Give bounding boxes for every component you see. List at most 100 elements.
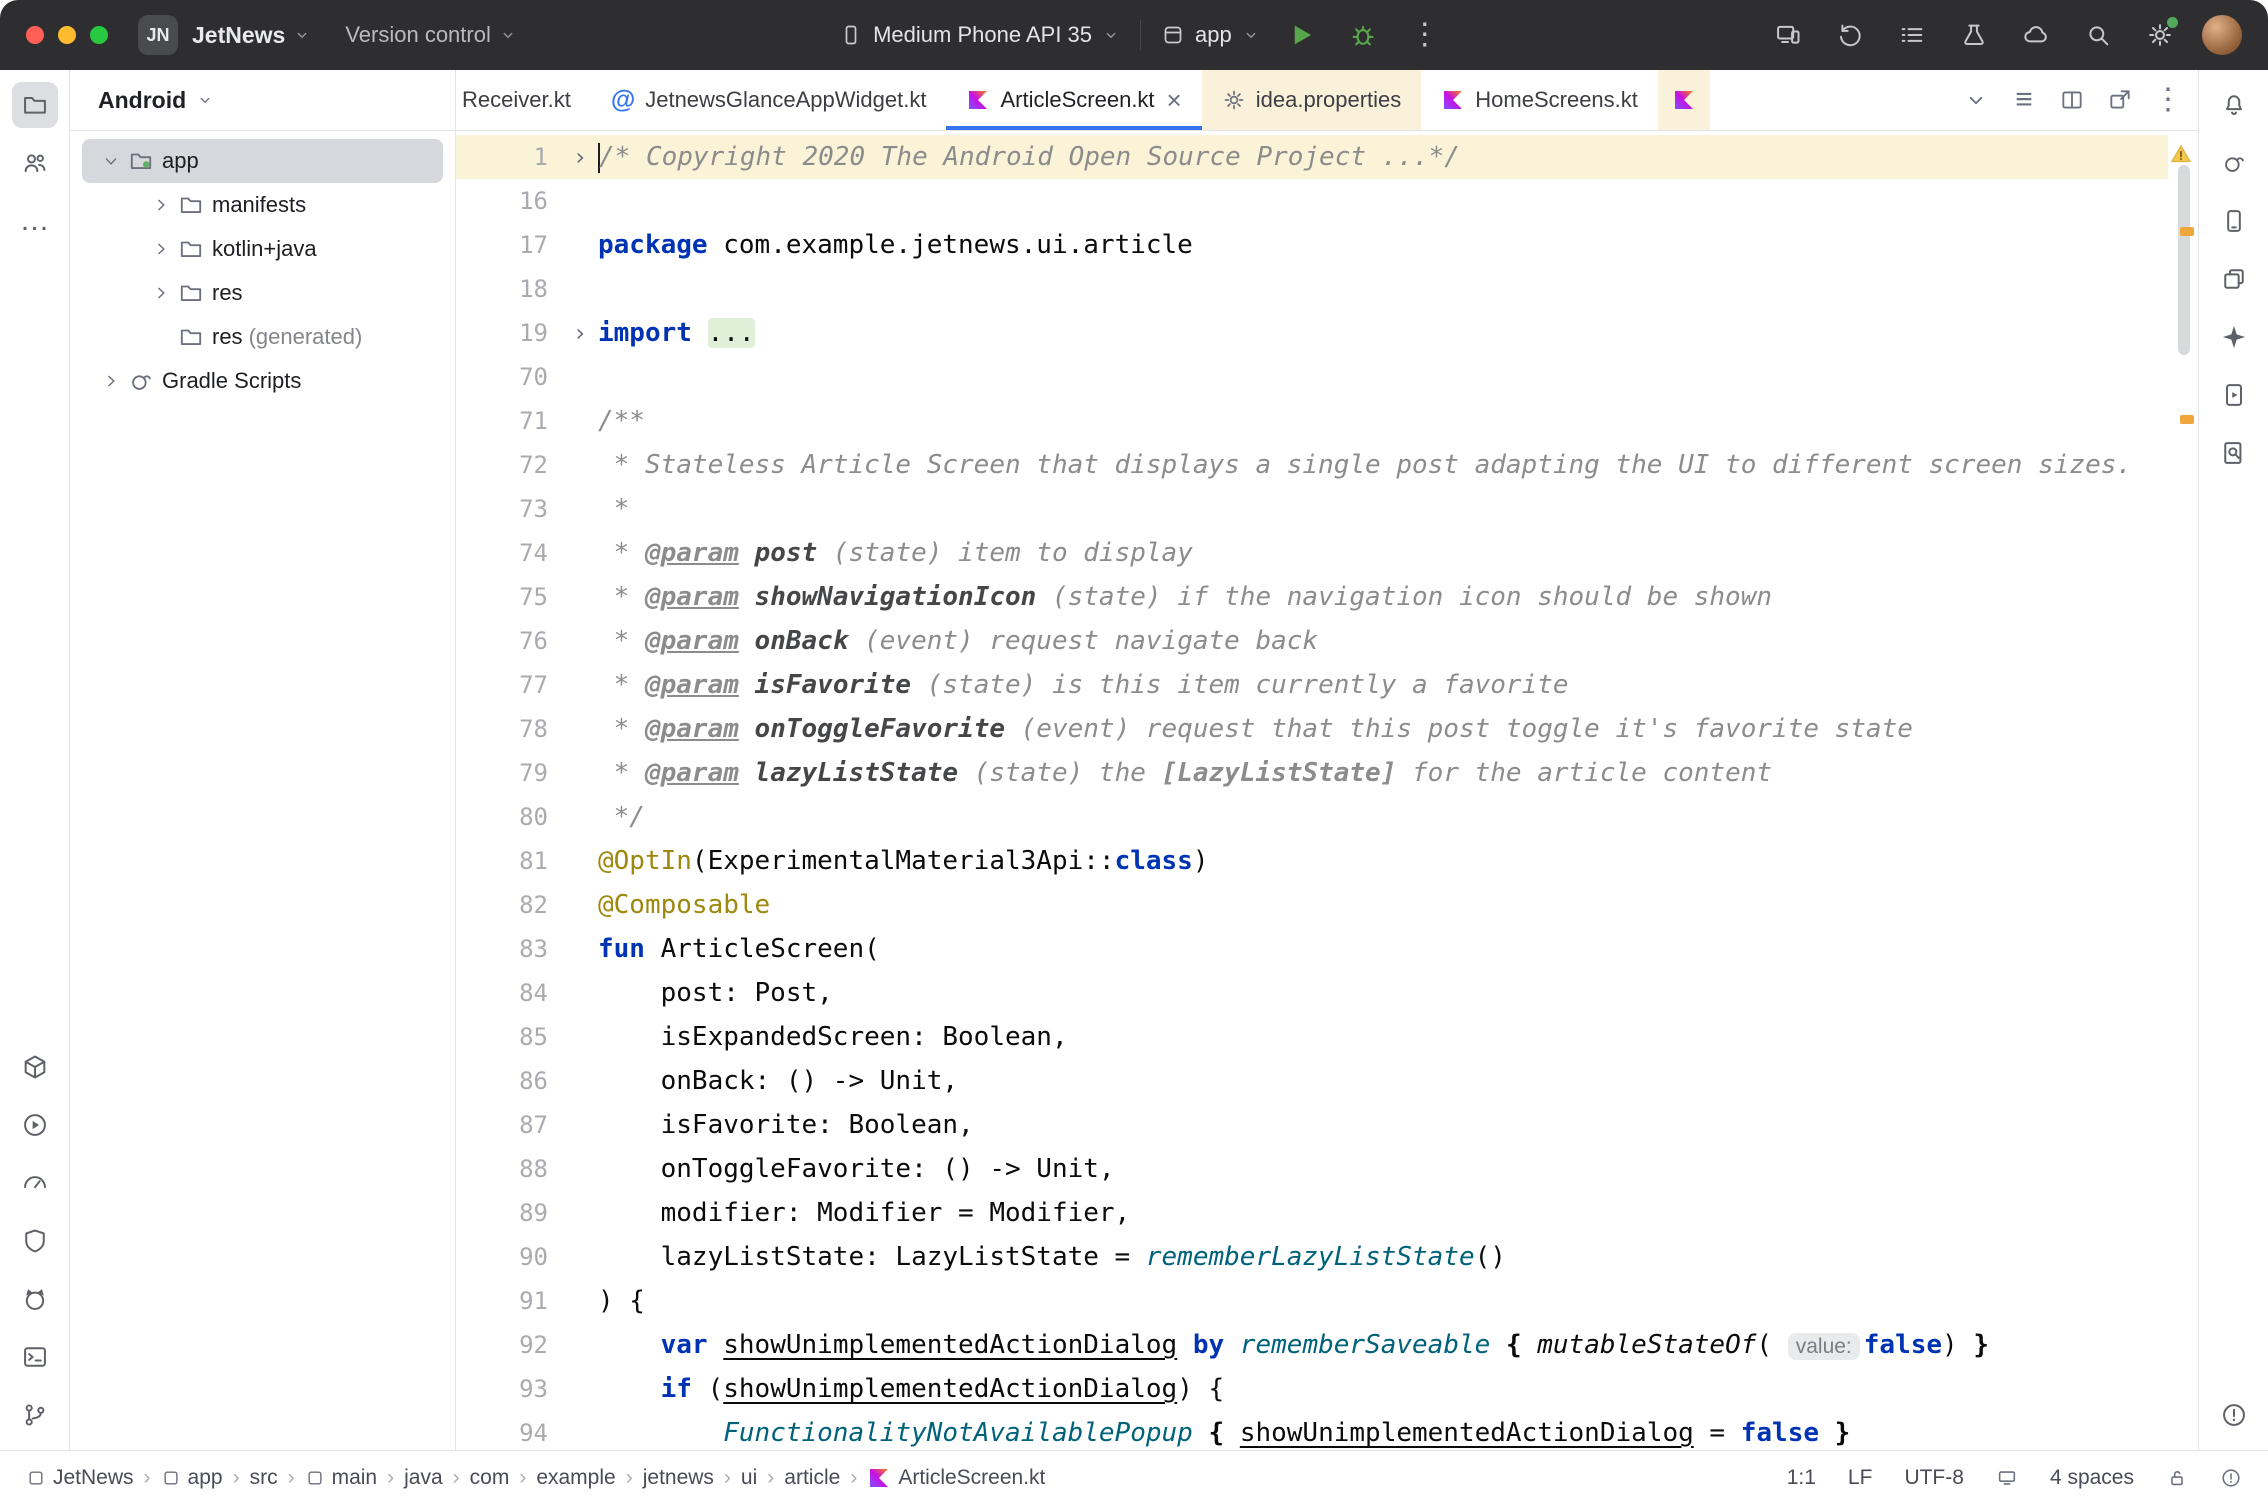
debug-button[interactable]: [1342, 14, 1384, 56]
code-line-1[interactable]: 1›/* Copyright 2020 The Android Open Sou…: [456, 135, 2168, 179]
close-tab-icon[interactable]: ×: [1167, 85, 1182, 116]
code-line-75[interactable]: 75 * @param showNavigationIcon (state) i…: [456, 575, 2168, 619]
code-area[interactable]: 1›/* Copyright 2020 The Android Open Sou…: [456, 131, 2168, 1450]
line-number[interactable]: 78: [456, 707, 562, 751]
breadcrumb-item-com[interactable]: com: [470, 1466, 510, 1490]
code-line-93[interactable]: 93 if (showUnimplementedActionDialog) {: [456, 1367, 2168, 1411]
breadcrumb-item-java[interactable]: java: [404, 1466, 443, 1490]
app-quality-insights-icon[interactable]: [12, 1218, 58, 1264]
line-separator[interactable]: LF: [1848, 1466, 1873, 1490]
build-icon[interactable]: [12, 1044, 58, 1090]
profiler-icon[interactable]: [12, 1160, 58, 1206]
device-selector[interactable]: Medium Phone API 35: [839, 22, 1120, 48]
editor-menu-icon[interactable]: ⋮: [2148, 80, 2188, 120]
detach-editor-icon[interactable]: [2100, 80, 2140, 120]
close-window-button[interactable]: [26, 26, 44, 44]
line-number[interactable]: 84: [456, 971, 562, 1015]
code-line-84[interactable]: 84 post: Post,: [456, 971, 2168, 1015]
breadcrumb-item-main[interactable]: main: [305, 1466, 378, 1490]
line-number[interactable]: 16: [456, 179, 562, 223]
logcat-icon[interactable]: [12, 1276, 58, 1322]
file-encoding[interactable]: UTF-8: [1904, 1466, 1964, 1490]
code-line-71[interactable]: 71/**: [456, 399, 2168, 443]
line-number[interactable]: 92: [456, 1323, 562, 1367]
breadcrumb-item-example[interactable]: example: [536, 1466, 615, 1490]
code-line-72[interactable]: 72 * Stateless Article Screen that displ…: [456, 443, 2168, 487]
tests-icon[interactable]: [1954, 15, 1994, 55]
line-number[interactable]: 82: [456, 883, 562, 927]
editor[interactable]: 1›/* Copyright 2020 The Android Open Sou…: [456, 131, 2198, 1450]
code-line-86[interactable]: 86 onBack: () -> Unit,: [456, 1059, 2168, 1103]
line-number[interactable]: 18: [456, 267, 562, 311]
breadcrumb-item-jetnews[interactable]: JetNews: [26, 1466, 134, 1490]
more-tool-windows-icon[interactable]: …: [12, 198, 58, 244]
tree-item-gradle-scripts[interactable]: Gradle Scripts: [82, 359, 443, 403]
find-icon[interactable]: [2211, 430, 2257, 476]
breadcrumb-item-src[interactable]: src: [250, 1466, 278, 1490]
device-mirroring-icon[interactable]: [1768, 15, 1808, 55]
zoom-window-button[interactable]: [90, 26, 108, 44]
fold-marker-icon[interactable]: ›: [562, 311, 598, 355]
line-number[interactable]: 19: [456, 311, 562, 355]
code-line-85[interactable]: 85 isExpandedScreen: Boolean,: [456, 1015, 2168, 1059]
project-icon[interactable]: [12, 82, 58, 128]
minimize-window-button[interactable]: [58, 26, 76, 44]
line-number[interactable]: 75: [456, 575, 562, 619]
line-number[interactable]: 88: [456, 1147, 562, 1191]
editor-tab-jetnewsglanceappwidget-kt[interactable]: @JetnewsGlanceAppWidget.kt: [591, 70, 947, 130]
run-configuration-selector[interactable]: app: [1161, 22, 1260, 48]
editor-tab-articlescreen-kt[interactable]: ArticleScreen.kt×: [946, 70, 1201, 130]
line-number[interactable]: 91: [456, 1279, 562, 1323]
line-number[interactable]: 93: [456, 1367, 562, 1411]
breadcrumb-item-article[interactable]: article: [784, 1466, 840, 1490]
more-run-actions-icon[interactable]: ⋮: [1404, 14, 1446, 56]
version-control-icon[interactable]: [12, 1392, 58, 1438]
code-line-19[interactable]: 19›import ...: [456, 311, 2168, 355]
settings-icon[interactable]: [2140, 15, 2180, 55]
user-avatar[interactable]: [2202, 15, 2242, 55]
code-line-88[interactable]: 88 onToggleFavorite: () -> Unit,: [456, 1147, 2168, 1191]
caret-position[interactable]: 1:1: [1787, 1466, 1816, 1490]
run-icon[interactable]: [12, 1102, 58, 1148]
tree-item-res[interactable]: res: [82, 271, 443, 315]
search-icon[interactable]: [2078, 15, 2118, 55]
chevron-right-icon[interactable]: [146, 195, 176, 215]
code-line-90[interactable]: 90 lazyListState: LazyListState = rememb…: [456, 1235, 2168, 1279]
line-number[interactable]: 71: [456, 399, 562, 443]
line-number[interactable]: 94: [456, 1411, 562, 1450]
chevron-down-icon[interactable]: [96, 151, 126, 171]
editor-tab-receiver-kt[interactable]: Receiver.kt: [456, 70, 591, 130]
code-line-91[interactable]: 91) {: [456, 1279, 2168, 1323]
code-line-77[interactable]: 77 * @param isFavorite (state) is this i…: [456, 663, 2168, 707]
run-button[interactable]: [1280, 14, 1322, 56]
code-line-92[interactable]: 92 var showUnimplementedActionDialog by …: [456, 1323, 2168, 1367]
fold-marker-icon[interactable]: ›: [562, 135, 598, 179]
code-line-17[interactable]: 17package com.example.jetnews.ui.article: [456, 223, 2168, 267]
code-line-79[interactable]: 79 * @param lazyListState (state) the [L…: [456, 751, 2168, 795]
code-line-78[interactable]: 78 * @param onToggleFavorite (event) req…: [456, 707, 2168, 751]
tree-item-manifests[interactable]: manifests: [82, 183, 443, 227]
indent-style[interactable]: 4 spaces: [2050, 1466, 2134, 1490]
breadcrumb-item-articlescreen-kt[interactable]: ArticleScreen.kt: [867, 1466, 1045, 1490]
line-number[interactable]: 70: [456, 355, 562, 399]
code-line-74[interactable]: 74 * @param post (state) item to display: [456, 531, 2168, 575]
code-line-18[interactable]: 18: [456, 267, 2168, 311]
error-indicator-icon[interactable]: [2220, 1467, 2242, 1489]
code-line-73[interactable]: 73 *: [456, 487, 2168, 531]
project-view-selector[interactable]: Android: [70, 70, 456, 130]
line-number[interactable]: 85: [456, 1015, 562, 1059]
line-number[interactable]: 83: [456, 927, 562, 971]
terminal-icon[interactable]: [12, 1334, 58, 1380]
line-number[interactable]: 89: [456, 1191, 562, 1235]
chevron-right-icon[interactable]: [146, 239, 176, 259]
code-line-16[interactable]: 16: [456, 179, 2168, 223]
line-number[interactable]: 86: [456, 1059, 562, 1103]
project-switcher[interactable]: JetNews: [192, 22, 311, 49]
code-line-94[interactable]: 94 FunctionalityNotAvailablePopup { show…: [456, 1411, 2168, 1450]
editor-scrollbar[interactable]: [2178, 165, 2190, 355]
line-number[interactable]: 90: [456, 1235, 562, 1279]
notifications-icon[interactable]: [2211, 82, 2257, 128]
people-icon[interactable]: [12, 140, 58, 186]
breadcrumb-item-jetnews[interactable]: jetnews: [643, 1466, 714, 1490]
editor-tab-stub[interactable]: [1658, 70, 1710, 130]
